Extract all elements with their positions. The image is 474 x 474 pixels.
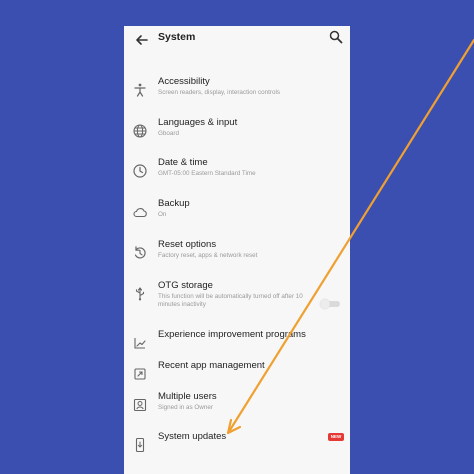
settings-screen: System Accessibility Screen readers, dis… xyxy=(124,26,350,474)
settings-item-otg-storage[interactable]: OTG storage This function will be automa… xyxy=(124,280,350,320)
page-title: System xyxy=(158,31,196,43)
item-label: Experience improvement programs xyxy=(158,329,306,340)
settings-item-system-updates[interactable]: System updates NEW xyxy=(124,431,350,471)
item-label: System updates xyxy=(158,431,227,442)
settings-item-languages[interactable]: Languages & input Gboard xyxy=(124,117,350,157)
item-label: Backup xyxy=(158,198,190,209)
item-subtitle: Factory reset, apps & network reset xyxy=(158,252,258,259)
phone-update-icon xyxy=(132,437,148,453)
settings-item-reset-options[interactable]: Reset options Factory reset, apps & netw… xyxy=(124,239,350,279)
clock-icon xyxy=(132,163,148,179)
reset-icon xyxy=(132,245,148,261)
apps-icon xyxy=(132,366,148,382)
item-label: Reset options xyxy=(158,239,217,250)
item-subtitle: This function will be automatically turn… xyxy=(158,293,303,308)
settings-item-accessibility[interactable]: Accessibility Screen readers, display, i… xyxy=(124,76,350,116)
search-icon[interactable] xyxy=(328,29,344,45)
cloud-icon xyxy=(132,204,148,220)
settings-item-multiple-users[interactable]: Multiple users Signed in as Owner xyxy=(124,391,350,431)
item-label: Date & time xyxy=(158,157,208,168)
item-label: Accessibility xyxy=(158,76,210,87)
otg-toggle[interactable] xyxy=(320,299,340,309)
back-arrow-icon[interactable] xyxy=(132,30,152,50)
item-label: OTG storage xyxy=(158,280,213,291)
accessibility-icon xyxy=(132,82,148,98)
settings-item-date-time[interactable]: Date & time GMT-05:00 Eastern Standard T… xyxy=(124,157,350,197)
item-subtitle: GMT-05:00 Eastern Standard Time xyxy=(158,170,256,177)
item-subtitle: On xyxy=(158,211,167,218)
app-bar: System xyxy=(124,26,350,62)
item-label: Multiple users xyxy=(158,391,217,402)
settings-item-backup[interactable]: Backup On xyxy=(124,198,350,238)
new-badge: NEW xyxy=(328,433,344,441)
item-subtitle: Signed in as Owner xyxy=(158,404,213,411)
globe-icon xyxy=(132,123,148,139)
item-subtitle: Screen readers, display, interaction con… xyxy=(158,89,281,96)
chart-icon xyxy=(132,335,148,351)
usb-icon xyxy=(132,286,148,302)
item-label: Recent app management xyxy=(158,360,265,371)
user-icon xyxy=(132,397,148,413)
item-label: Languages & input xyxy=(158,117,238,128)
toggle-knob xyxy=(320,299,330,309)
item-subtitle: Gboard xyxy=(158,130,180,137)
